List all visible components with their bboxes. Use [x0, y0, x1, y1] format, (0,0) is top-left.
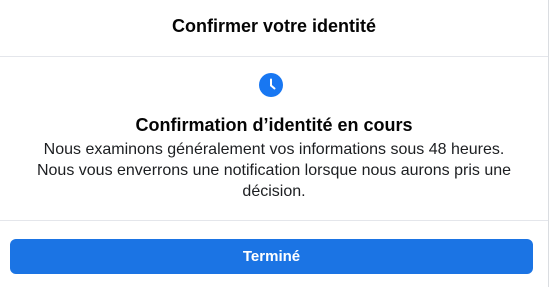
dialog-footer: Terminé — [10, 239, 533, 274]
clock-icon — [259, 73, 283, 97]
done-button[interactable]: Terminé — [10, 239, 533, 274]
dialog-header: Confirmer votre identité — [0, 0, 548, 57]
clock-icon-graphic — [270, 78, 276, 90]
status-description-line: Nous examinons généralement vos informat… — [43, 141, 505, 158]
status-description: Nous examinons généralement vos informat… — [0, 139, 548, 202]
dialog-content: Confirmation d’identité en cours Nous ex… — [0, 57, 548, 221]
dialog-title: Confirmer votre identité — [171, 16, 377, 36]
status-description-line: décision. — [242, 183, 306, 200]
status-description-line: Nous vous enverrons une notification lor… — [36, 162, 512, 179]
status-title: Confirmation d’identité en cours — [135, 115, 413, 135]
identity-confirmation-dialog: Confirmer votre identité Confirmation d’… — [0, 0, 549, 287]
